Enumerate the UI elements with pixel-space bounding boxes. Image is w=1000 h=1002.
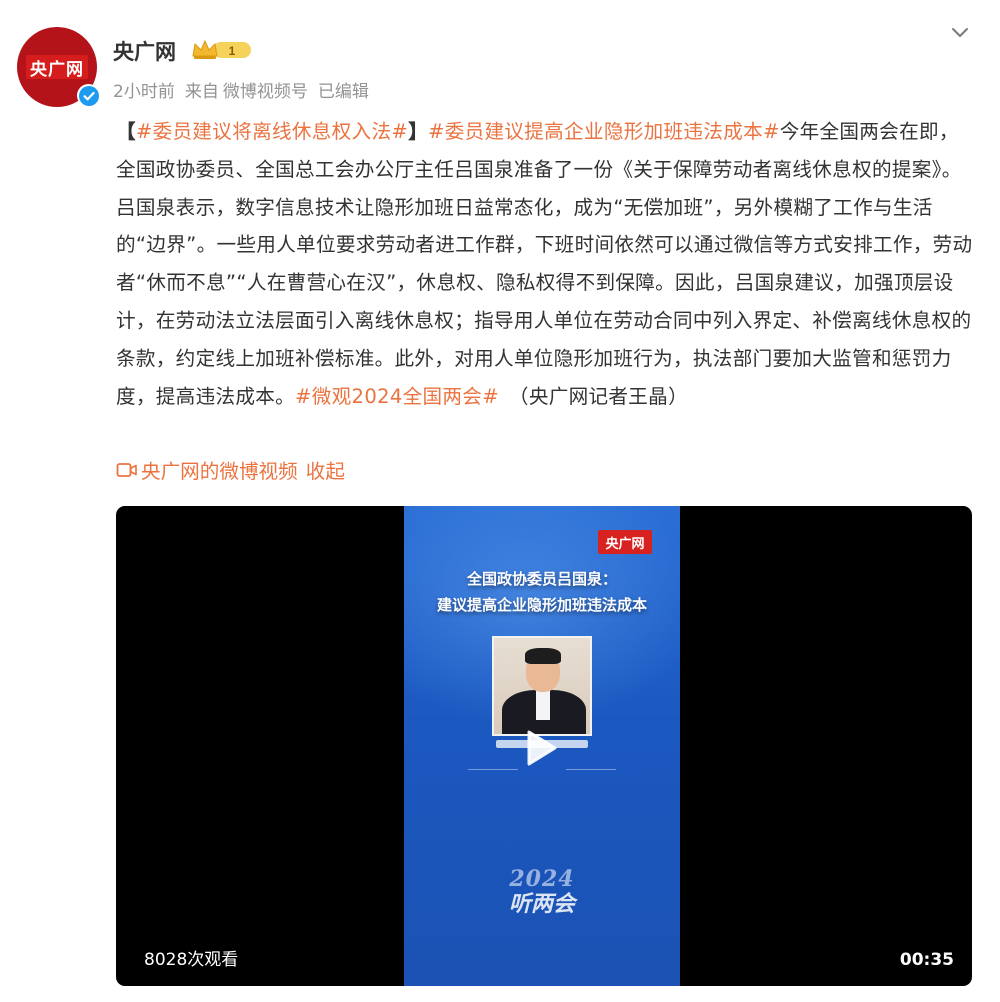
decor-line-right [566, 769, 616, 770]
view-count: 8028次观看 [144, 950, 239, 970]
edited-label[interactable]: 已编辑 [318, 82, 369, 102]
logo-title: 听两会 [508, 892, 575, 917]
hashtag-overtime-cost[interactable]: #委员建议提高企业隐形加班违法成本# [428, 120, 780, 143]
bracket-open: 【 [116, 120, 136, 143]
hashtag-offline-rest[interactable]: #委员建议将离线休息权入法# [136, 120, 408, 143]
weibo-post: 央广网 央广网 1 2小时前 来自 微博视频号 已编辑 【#委员建议将离线休息权入法#… [0, 0, 1000, 1002]
post-body: 今年全国两会在即，全国政协委员、全国总工会办公厅主任吕国泉准备了一份《关于保障劳… [116, 120, 973, 408]
author-name[interactable]: 央广网 [113, 36, 176, 66]
collapse-link[interactable]: 收起 [306, 455, 345, 484]
video-poster: 央广网 全国政协委员吕国泉： 建议提高企业隐形加班违法成本 2024 听两会 [404, 506, 680, 986]
post-meta: 2小时前 来自 微博视频号 已编辑 [113, 77, 379, 102]
poster-logo: 央广网 [598, 530, 652, 554]
chevron-down-icon[interactable] [950, 24, 970, 40]
poster-title-line2: 建议提高企业隐形加班违法成本 [436, 596, 647, 614]
post-credit: （央广网记者王晶） [508, 384, 688, 408]
hashtag-2024-two-sessions[interactable]: #微观2024全国两会# [295, 385, 499, 408]
two-sessions-logo: 2024 听两会 [404, 866, 680, 918]
bracket-close: 】 [408, 120, 428, 143]
member-level-badge[interactable]: 1 [191, 38, 253, 62]
video-source-line: 央广网的微博视频 收起 [116, 455, 345, 484]
post-time[interactable]: 2小时前 [113, 82, 175, 102]
verified-icon [77, 84, 100, 107]
speaker-photo [492, 636, 592, 736]
poster-title-line1: 全国政协委员吕国泉： [466, 570, 617, 588]
video-account-link[interactable]: 央广网的微博视频 [141, 455, 298, 484]
decor-line-left [468, 769, 518, 770]
crown-icon: 1 [192, 39, 251, 59]
post-source[interactable]: 微博视频号 [223, 82, 308, 102]
avatar-logo: 央广网 [26, 55, 88, 80]
video-icon [116, 462, 137, 477]
video-player[interactable]: 央广网 全国政协委员吕国泉： 建议提高企业隐形加班违法成本 2024 听两会 8… [116, 506, 972, 986]
source-prefix: 来自 [184, 82, 219, 102]
level-number: 1 [229, 44, 236, 58]
play-icon[interactable] [515, 724, 563, 772]
post-text: 【#委员建议将离线休息权入法#】#委员建议提高企业隐形加班违法成本#今年全国两会… [116, 113, 976, 415]
video-duration: 00:35 [899, 950, 954, 970]
